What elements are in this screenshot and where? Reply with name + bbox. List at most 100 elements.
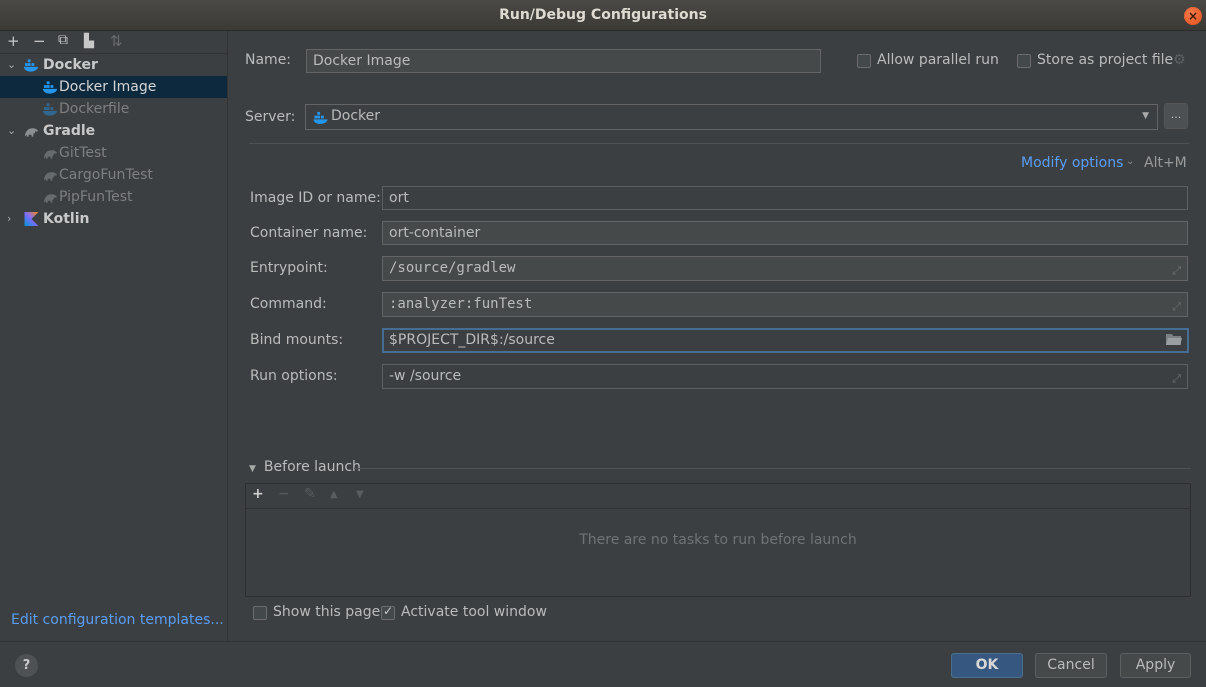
tree-group-label: Gradle (43, 123, 96, 139)
name-label: Name: (245, 52, 292, 68)
tree-item-label: CargoFunTest (59, 167, 153, 183)
edit-configuration-templates-link[interactable]: Edit configuration templates... (11, 612, 224, 628)
apply-button[interactable]: Apply (1120, 653, 1191, 678)
move-up-icon[interactable]: ▲ (330, 489, 338, 500)
gradle-icon (43, 172, 58, 181)
server-label: Server: (245, 109, 296, 125)
configuration-form: Name: Docker Image Allow parallel run St… (229, 31, 1206, 641)
container-name-value: ort-container (389, 225, 481, 241)
name-input[interactable]: Docker Image (306, 49, 821, 73)
folder-icon[interactable] (1166, 333, 1182, 345)
docker-icon (43, 81, 58, 94)
gradle-icon (43, 150, 58, 159)
chevron-down-icon[interactable]: ⌄ (1126, 156, 1134, 167)
tree-item-dockerfile[interactable]: Dockerfile (0, 98, 227, 120)
show-this-page-checkbox[interactable] (253, 606, 267, 620)
gear-icon[interactable]: ⚙ (1173, 52, 1186, 68)
sort-icon[interactable]: ⇅ (110, 32, 123, 50)
image-id-value: ort (389, 190, 409, 206)
run-options-label: Run options: (250, 368, 338, 384)
allow-parallel-run-checkbox[interactable] (857, 54, 871, 68)
server-more-button[interactable]: ... (1164, 103, 1188, 129)
divider (249, 143, 1189, 144)
gradle-icon (43, 194, 58, 203)
move-down-icon[interactable]: ▼ (356, 489, 364, 500)
tree-item-label: GitTest (59, 145, 107, 161)
window-title: Run/Debug Configurations (499, 7, 707, 23)
help-icon: ? (22, 658, 31, 673)
entrypoint-input[interactable]: /source/gradlew ⤢ (382, 256, 1188, 281)
run-options-value: -w /source (389, 368, 462, 384)
edit-task-icon[interactable]: ✎ (304, 486, 316, 502)
close-icon: × (1187, 9, 1199, 23)
server-select-value: Docker (331, 108, 381, 124)
dropdown-arrow-icon: ▼ (1142, 111, 1149, 121)
remove-task-icon[interactable]: − (278, 486, 290, 502)
command-input[interactable]: :analyzer:funTest ⤢ (382, 292, 1188, 317)
cancel-button[interactable]: Cancel (1035, 653, 1107, 678)
copy-icon[interactable]: ⧉ (58, 32, 68, 48)
empty-state-text: There are no tasks to run before launch (579, 532, 857, 548)
modify-options-link[interactable]: Modify options (1021, 155, 1123, 171)
close-button[interactable]: × (1184, 7, 1202, 25)
bind-mounts-label: Bind mounts: (250, 332, 344, 348)
docker-icon (313, 111, 328, 124)
kotlin-icon (24, 212, 39, 226)
tree-item-gittest[interactable]: GitTest (0, 142, 227, 164)
activate-tool-window-label: Activate tool window (401, 604, 547, 620)
remove-icon[interactable]: − (33, 32, 46, 50)
run-options-input[interactable]: -w /source ⤢ (382, 364, 1188, 389)
sidebar-toolbar: + − ⧉ ▙ ⇅ (0, 31, 227, 54)
tree-group-label: Kotlin (43, 211, 90, 227)
tree-item-cargofuntest[interactable]: CargoFunTest (0, 164, 227, 186)
expand-icon[interactable]: ⤢ (1172, 368, 1181, 390)
image-id-label: Image ID or name: (250, 190, 381, 206)
before-launch-task-list: + − ✎ ▲ ▼ There are no tasks to run befo… (245, 483, 1191, 597)
tree-item-docker-image[interactable]: Docker Image (0, 76, 227, 98)
tree-item-label: Docker Image (59, 79, 157, 95)
modify-options-shortcut: Alt+M (1144, 155, 1187, 171)
docker-icon (24, 59, 39, 72)
title-bar: Run/Debug Configurations × (0, 0, 1206, 31)
store-as-project-file-checkbox[interactable] (1017, 54, 1031, 68)
bind-mounts-input[interactable]: $PROJECT_DIR$:/source (382, 328, 1189, 353)
chevron-down-icon[interactable]: ⌄ (7, 54, 16, 76)
container-name-input[interactable]: ort-container (382, 221, 1188, 245)
gradle-icon (24, 128, 39, 137)
chevron-right-icon[interactable]: › (7, 208, 11, 230)
tree-group-kotlin[interactable]: › Kotlin (0, 208, 227, 230)
ok-button[interactable]: OK (951, 653, 1023, 678)
show-this-page-label: Show this page (273, 604, 381, 620)
command-value: :analyzer:funTest (389, 296, 533, 312)
configurations-sidebar: + − ⧉ ▙ ⇅ ⌄ Docker Docker Image Dockerfi… (0, 31, 228, 641)
add-task-icon[interactable]: + (252, 486, 264, 502)
tree-group-label: Docker (43, 57, 98, 73)
expand-icon[interactable]: ⤢ (1172, 296, 1181, 318)
name-input-value: Docker Image (313, 53, 411, 69)
tree-group-docker[interactable]: ⌄ Docker (0, 54, 227, 76)
activate-tool-window-checkbox[interactable] (381, 604, 395, 620)
triangle-down-icon: ▼ (249, 464, 256, 474)
entrypoint-label: Entrypoint: (250, 260, 328, 276)
chevron-down-icon[interactable]: ⌄ (7, 120, 16, 142)
before-launch-toggle[interactable]: ▼ Before launch (249, 459, 361, 475)
container-name-label: Container name: (250, 225, 368, 241)
help-button[interactable]: ? (15, 654, 38, 677)
entrypoint-value: /source/gradlew (389, 260, 516, 276)
dialog-footer: ? OK Cancel Apply (0, 641, 1206, 687)
store-as-project-file-label: Store as project file (1037, 52, 1174, 68)
expand-icon[interactable]: ⤢ (1172, 260, 1181, 282)
bind-mounts-value: $PROJECT_DIR$:/source (389, 332, 555, 348)
before-launch-title: Before launch (263, 459, 361, 475)
image-id-input[interactable]: ort (382, 186, 1188, 210)
divider (354, 468, 1191, 469)
new-folder-icon[interactable]: ▙ (84, 34, 94, 49)
server-select[interactable]: Docker ▼ (305, 104, 1158, 130)
tree-item-pipfuntest[interactable]: PipFunTest (0, 186, 227, 208)
before-launch-toolbar: + − ✎ ▲ ▼ (246, 484, 1190, 509)
add-icon[interactable]: + (7, 32, 20, 50)
docker-icon (43, 103, 58, 116)
tree-item-label: Dockerfile (59, 101, 130, 117)
allow-parallel-run-label: Allow parallel run (877, 52, 999, 68)
tree-group-gradle[interactable]: ⌄ Gradle (0, 120, 227, 142)
